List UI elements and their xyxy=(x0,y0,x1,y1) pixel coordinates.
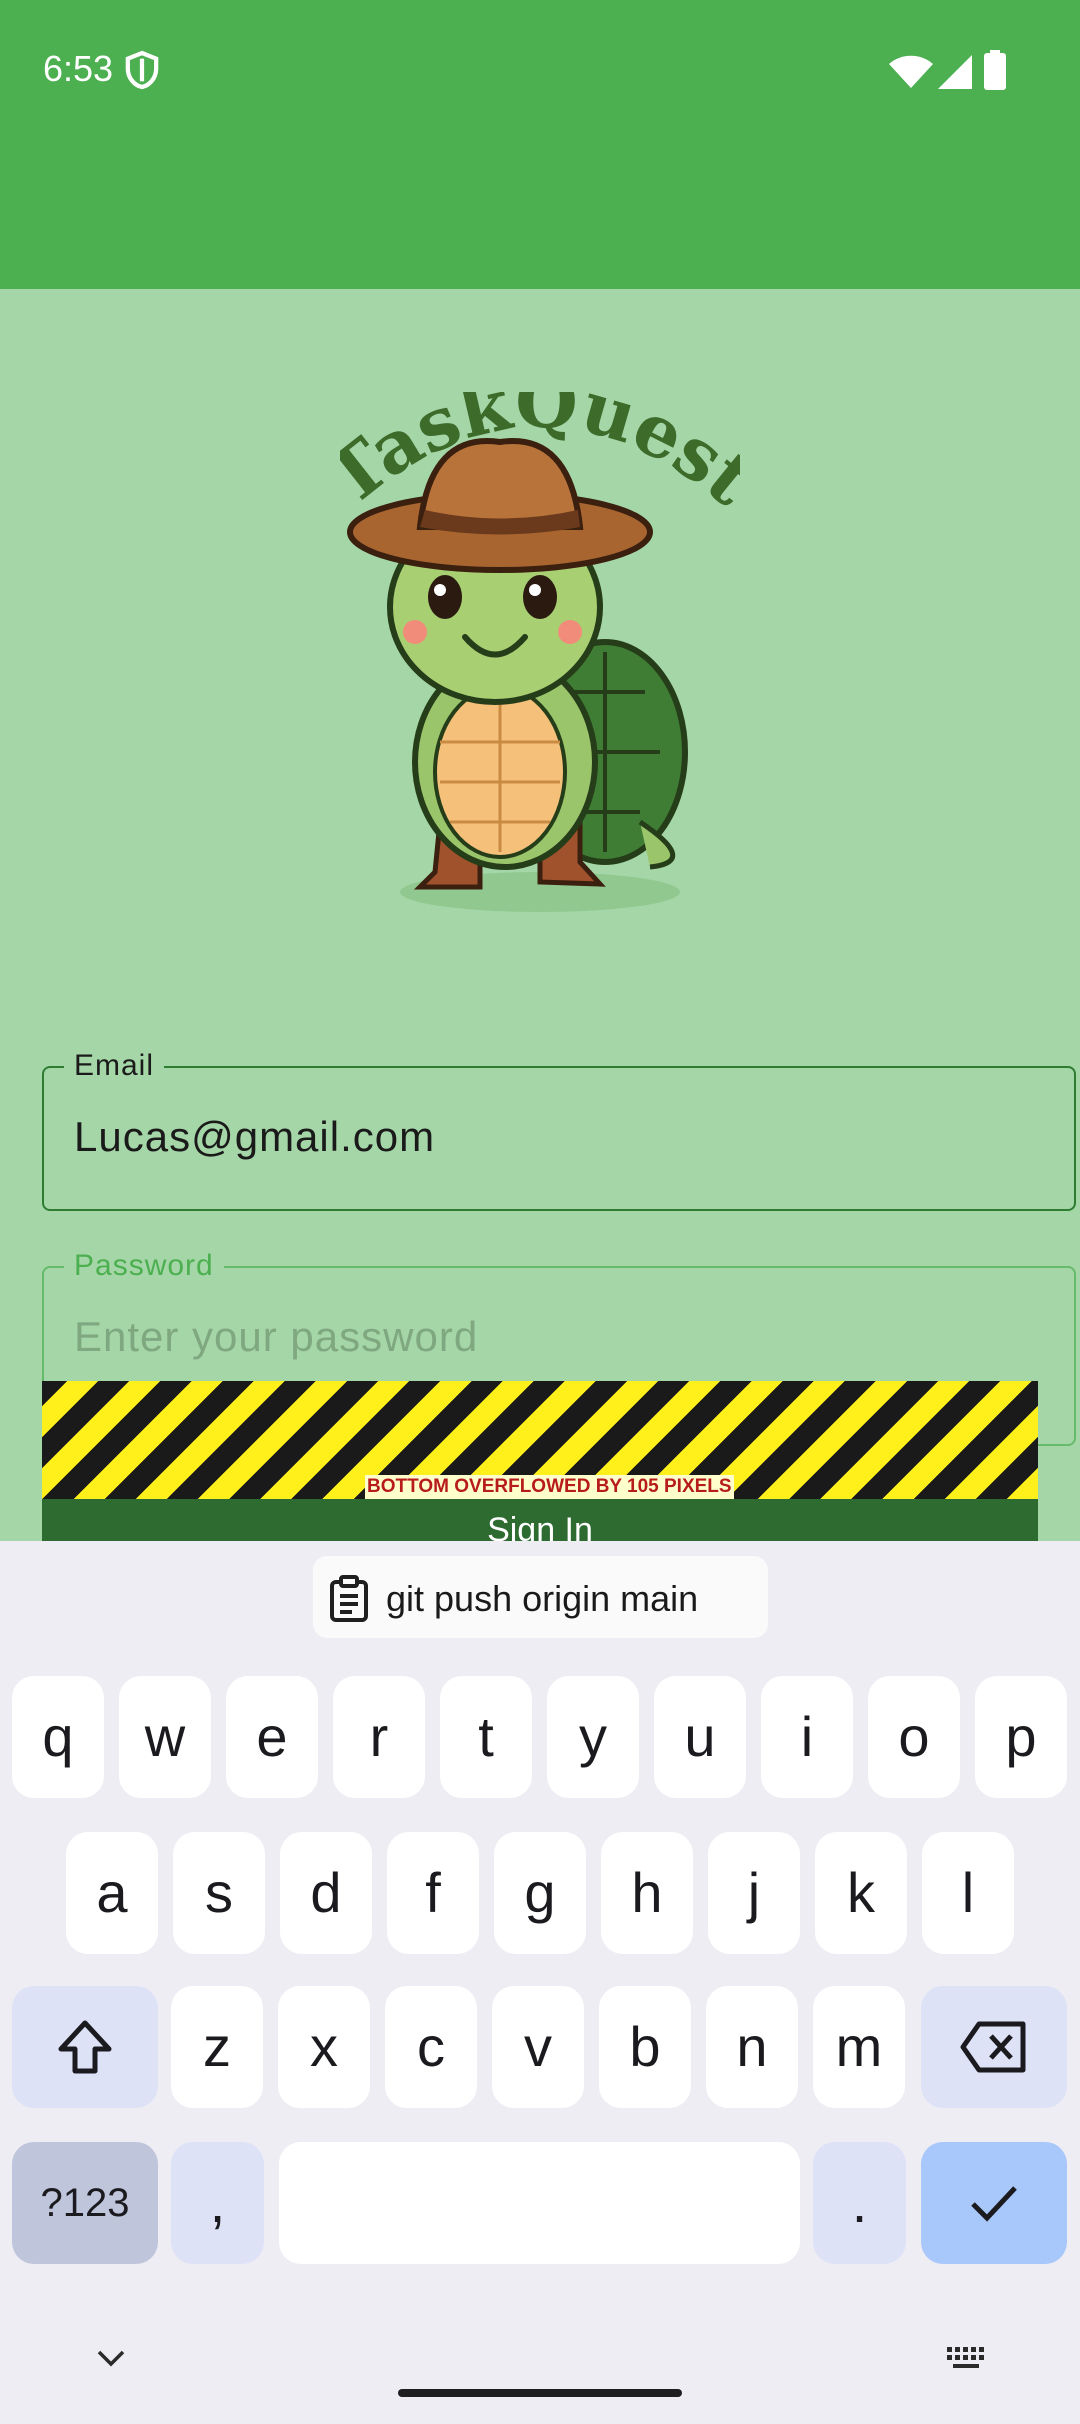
keyboard-panel xyxy=(0,1541,1080,2424)
key-l[interactable]: l xyxy=(922,1832,1014,1954)
password-placeholder: Enter your password xyxy=(74,1313,479,1360)
shift-icon xyxy=(58,2020,112,2074)
key-v[interactable]: v xyxy=(492,1986,584,2108)
key-h[interactable]: h xyxy=(601,1832,693,1954)
email-label: Email xyxy=(64,1048,165,1084)
key-p[interactable]: p xyxy=(975,1676,1067,1798)
signal-icon xyxy=(938,55,972,89)
keyboard-switch-icon[interactable] xyxy=(945,2345,989,2373)
key-s[interactable]: s xyxy=(173,1832,265,1954)
enter-key[interactable] xyxy=(921,2142,1067,2264)
backspace-key[interactable] xyxy=(921,1986,1067,2108)
password-label: Password xyxy=(64,1248,224,1284)
key-j[interactable]: j xyxy=(708,1832,800,1954)
key-m[interactable]: m xyxy=(813,1986,905,2108)
key-r[interactable]: r xyxy=(333,1676,425,1798)
key-w[interactable]: w xyxy=(119,1676,211,1798)
wifi-icon xyxy=(889,55,933,88)
key-e[interactable]: e xyxy=(226,1676,318,1798)
key-y[interactable]: y xyxy=(547,1676,639,1798)
checkmark-icon xyxy=(971,2186,1017,2222)
key-k[interactable]: k xyxy=(815,1832,907,1954)
email-field[interactable]: Email Lucas@gmail.com xyxy=(42,1048,1076,1211)
key-x[interactable]: x xyxy=(278,1986,370,2108)
key-o[interactable]: o xyxy=(868,1676,960,1798)
key-d[interactable]: d xyxy=(280,1832,372,1954)
key-f[interactable]: f xyxy=(387,1832,479,1954)
key-t[interactable]: t xyxy=(440,1676,532,1798)
space-key[interactable] xyxy=(279,2142,800,2264)
backspace-icon xyxy=(960,2021,1026,2073)
key-q[interactable]: q xyxy=(12,1676,104,1798)
comma-key[interactable]: , xyxy=(171,2142,264,2264)
email-input-value: Lucas@gmail.com xyxy=(74,1113,436,1160)
shield-icon xyxy=(125,50,159,90)
app-bar xyxy=(0,0,1080,289)
status-time: 6:53 xyxy=(43,48,114,89)
key-u[interactable]: u xyxy=(654,1676,746,1798)
taskquest-logo: TaskQuest xyxy=(340,392,740,912)
key-a[interactable]: a xyxy=(66,1832,158,1954)
key-c[interactable]: c xyxy=(385,1986,477,2108)
key-n[interactable]: n xyxy=(706,1986,798,2108)
gesture-handle xyxy=(398,2389,682,2397)
overflow-warning-text: BOTTOM OVERFLOWED BY 105 PIXELS xyxy=(365,1475,734,1499)
clipboard-suggestion-text: git push origin main xyxy=(386,1578,699,1619)
key-b[interactable]: b xyxy=(599,1986,691,2108)
key-i[interactable]: i xyxy=(761,1676,853,1798)
battery-icon xyxy=(984,50,1006,90)
shift-key[interactable] xyxy=(12,1986,158,2108)
key-g[interactable]: g xyxy=(494,1832,586,1954)
period-key[interactable]: . xyxy=(813,2142,906,2264)
symbols-key[interactable]: ?123 xyxy=(12,2142,158,2264)
chevron-down-icon[interactable] xyxy=(93,2340,129,2376)
clipboard-icon xyxy=(330,1575,368,1622)
key-z[interactable]: z xyxy=(171,1986,263,2108)
